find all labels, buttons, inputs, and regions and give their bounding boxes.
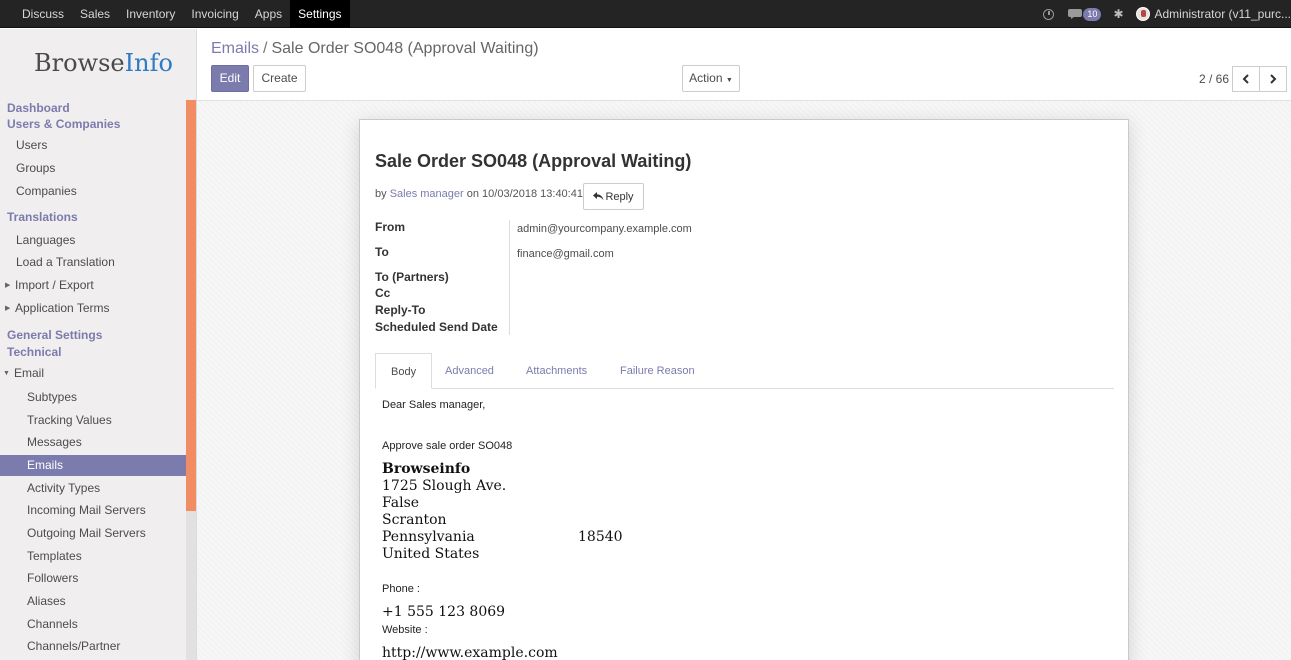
sidebar-item-languages[interactable]: Languages [0,230,186,251]
chat-icon[interactable] [1068,8,1083,20]
from-value: admin@yourcompany.example.com [517,223,692,235]
edit-button[interactable]: Edit [211,65,249,92]
user-avatar[interactable] [1135,7,1150,21]
sidebar-item-application-terms[interactable]: ▶ Application Terms [0,298,186,319]
sidebar-item-email[interactable]: ▼ Email [0,363,186,384]
body-greeting: Dear Sales manager, [382,399,486,411]
sidebar-item-import-export[interactable]: ▶ Import / Export [0,275,186,296]
sidebar-item-users[interactable]: Users [0,135,186,156]
phone-label: Phone : [382,583,420,595]
caret-right-icon: ▶ [5,282,11,289]
sidebar-item-translations[interactable]: Translations [0,207,186,228]
field-divider [509,220,510,335]
notification-badge[interactable]: 10 [1083,7,1102,21]
tab-attachments[interactable]: Attachments [511,353,602,389]
address-state: Pennsylvania 18540 [382,529,623,545]
breadcrumb-emails-link[interactable]: Emails [211,40,259,57]
debug-bug-icon[interactable]: ✱ [1113,7,1123,21]
action-dropdown[interactable]: Action ▼ [682,65,740,92]
menu-inventory[interactable]: Inventory [118,0,183,28]
browseinfo-logo: BrowseInfo [34,49,173,77]
body-line: Approve sale order SO048 [382,440,513,452]
sidebar-item-aliases[interactable]: Aliases [0,591,186,612]
pager-previous-button[interactable] [1232,66,1260,92]
sidebar-item-users-companies[interactable]: Users & Companies [0,114,186,135]
phone-value: +1 555 123 8069 [382,604,506,620]
sidebar-item-subtypes[interactable]: Subtypes [0,387,186,408]
pager-next-button[interactable] [1259,66,1287,92]
sidebar-item-followers[interactable]: Followers [0,568,186,589]
sidebar-item-groups[interactable]: Groups [0,158,186,179]
breadcrumb: Emails / Sale Order SO048 (Approval Waitin… [211,40,539,58]
address-line1: 1725 Slough Ave. [382,478,507,494]
control-panel: Emails / Sale Order SO048 (Approval Waitin… [197,29,1291,101]
systray: 10 ✱ Administrator (v11_purc... [1043,0,1291,28]
chevron-left-icon [1242,74,1249,84]
menu-discuss[interactable]: Discuss [14,0,72,28]
menu-settings[interactable]: Settings [290,0,350,28]
website-label: Website : [382,624,428,636]
top-navbar: Discuss Sales Inventory Invoicing Apps S… [0,0,1291,28]
user-menu[interactable]: Administrator (v11_purc... [1155,7,1291,21]
caret-right-icon: ▶ [5,305,11,312]
sidebar-item-channels[interactable]: Channels [0,614,186,635]
sidebar-item-emails[interactable]: Emails [0,455,186,476]
caret-down-icon: ▼ [725,77,733,84]
menu-invoicing[interactable]: Invoicing [183,0,246,28]
cc-label: Cc [375,286,391,300]
website-value[interactable]: http://www.example.com [382,645,558,660]
sidebar: BrowseInfo Dashboard Users & Companies U… [0,29,197,660]
pager-value[interactable]: 2 / 66 [1199,72,1229,86]
activity-clock-icon[interactable] [1043,8,1055,20]
app-menu: Discuss Sales Inventory Invoicing Apps S… [14,0,350,28]
sidebar-item-companies[interactable]: Companies [0,181,186,202]
to-partners-label: To (Partners) [375,270,449,284]
email-byline: by Sales manager on 10/03/2018 13:40:41 [375,188,583,200]
breadcrumb-current: Sale Order SO048 (Approval Waiting) [271,40,539,57]
caret-down-icon: ▼ [3,370,10,377]
reply-icon [593,192,604,201]
menu-apps[interactable]: Apps [247,0,290,28]
sidebar-item-load-translation[interactable]: Load a Translation [0,252,186,273]
company-name: Browseinfo [382,461,471,477]
author-link[interactable]: Sales manager [390,188,464,200]
create-button[interactable]: Create [253,65,306,92]
sidebar-item-activity-types[interactable]: Activity Types [0,478,186,499]
scheduled-send-date-label: Scheduled Send Date [375,320,498,334]
address-city: Scranton [382,512,447,528]
notebook-tabs: Body Advanced Attachments Failure Reason [375,353,1114,389]
from-label: From [375,220,405,234]
sidebar-item-outgoing-mail-servers[interactable]: Outgoing Mail Servers [0,523,186,544]
email-subject: Sale Order SO048 (Approval Waiting) [375,151,692,171]
sidebar-item-templates[interactable]: Templates [0,546,186,567]
reply-button[interactable]: Reply [583,183,644,210]
tab-failure-reason[interactable]: Failure Reason [605,353,710,389]
sidebar-item-tracking-values[interactable]: Tracking Values [0,410,186,431]
sidebar-item-incoming-mail-servers[interactable]: Incoming Mail Servers [0,500,186,521]
reply-to-label: Reply-To [375,303,426,317]
tab-advanced[interactable]: Advanced [430,353,509,389]
sidebar-scrollbar-thumb[interactable] [186,100,196,511]
address-zip: 18540 [578,529,623,545]
breadcrumb-separator: / [263,40,268,57]
to-value: finance@gmail.com [517,248,614,260]
tab-body[interactable]: Body [375,353,433,389]
chevron-right-icon [1270,74,1277,84]
menu-sales[interactable]: Sales [72,0,118,28]
sidebar-item-channels-partner[interactable]: Channels/Partner [0,636,186,657]
sidebar-item-messages[interactable]: Messages [0,432,186,453]
address-line2: False [382,495,420,511]
sidebar-item-technical[interactable]: Technical [0,342,186,363]
to-label: To [375,245,389,259]
email-form-sheet: Sale Order SO048 (Approval Waiting) by S… [359,119,1129,660]
address-country: United States [382,546,480,562]
